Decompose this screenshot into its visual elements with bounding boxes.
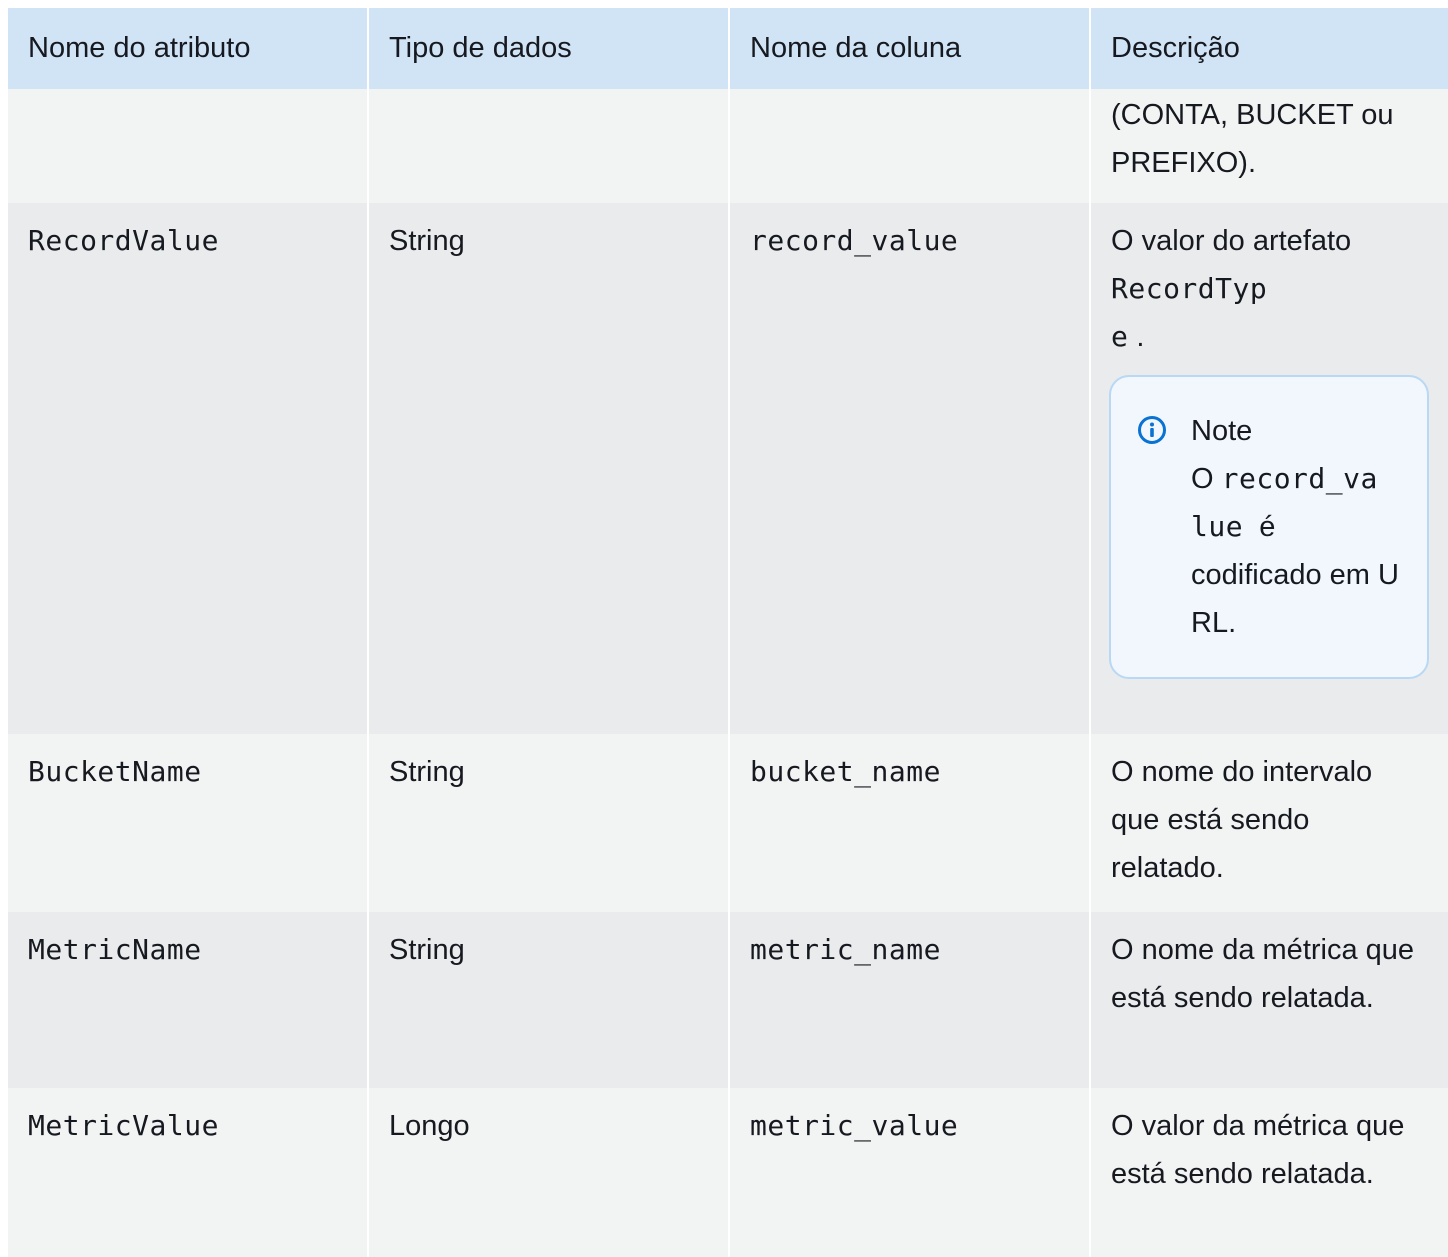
header-attribute-name: Nome do atributo [8,8,367,89]
note-text: O record_va lue é codificado em URL. [1191,455,1411,647]
note-text-middle: é [1259,511,1276,543]
table-cell-attribute: RecordValue [8,203,367,734]
note-code: record_va [1221,462,1378,495]
table-cell-attribute [8,89,367,203]
table-cell-type [369,89,728,203]
record-type-code: RecordTyp [1111,272,1268,305]
header-description: Descrição [1091,8,1448,89]
note-text-prefix: O [1191,463,1214,495]
table-cell-type: String [369,734,728,912]
header-column-name: Nome da coluna [730,8,1089,89]
note-text-rest: codificado em URL. [1191,559,1399,639]
table-cell-type: String [369,203,728,734]
table-cell-description: O valor da métrica que está sendo relata… [1091,1088,1448,1257]
header-data-type: Tipo de dados [369,8,728,89]
table-cell-column: bucket_name [730,734,1089,912]
description-suffix: . [1136,321,1145,353]
description-line: PREFIXO). [1111,147,1257,179]
note-title: Note [1191,415,1253,447]
note-code-continued: lue [1191,510,1244,543]
record-type-code-continued: e [1111,320,1129,353]
table-cell-description: O nome do intervalo que está sendo relat… [1091,734,1448,912]
description-line: (CONTA, BUCKET ou [1111,99,1394,131]
table-cell-type: String [369,912,728,1088]
info-circle-icon [1138,416,1166,444]
table-cell-attribute: MetricName [8,912,367,1088]
table-cell-column: metric_name [730,912,1089,1088]
description-prefix: O valor do artefato [1111,225,1352,257]
table-cell-description: O nome da métrica que está sendo relatad… [1091,912,1448,1088]
description-text: O valor do artefato RecordTyp e . [1111,217,1428,361]
table-cell-description: O valor do artefato RecordTyp e . Note O… [1091,203,1448,734]
table-cell-attribute: MetricValue [8,1088,367,1257]
table-cell-attribute: BucketName [8,734,367,912]
table-cell-column [730,89,1089,203]
table-cell-type: Longo [369,1088,728,1257]
note-body: Note O record_va lue é codificado em URL… [1191,407,1411,647]
table-cell-description: (CONTA, BUCKET ou PREFIXO). [1091,89,1448,203]
note-callout: Note O record_va lue é codificado em URL… [1109,375,1429,679]
table-cell-column: record_value [730,203,1089,734]
attributes-table: Nome do atributo Tipo de dados Nome da c… [8,8,1448,1257]
table-cell-column: metric_value [730,1088,1089,1257]
